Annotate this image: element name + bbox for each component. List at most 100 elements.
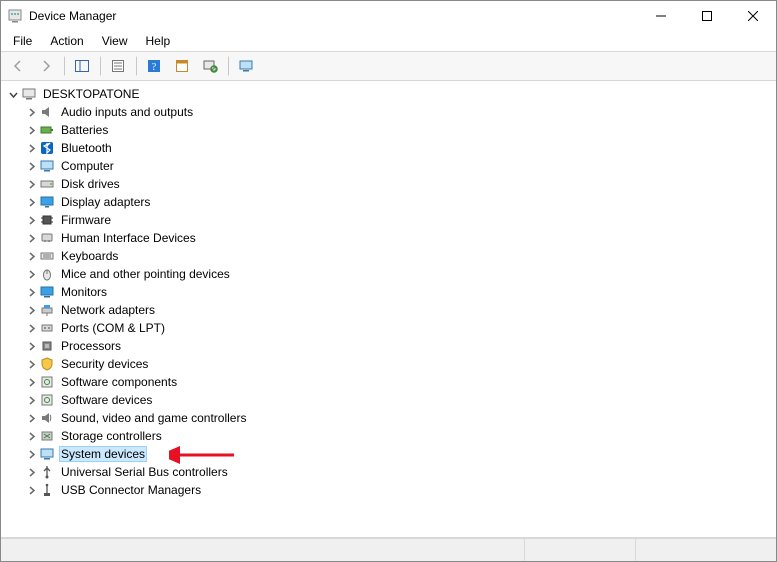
expander-icon[interactable] — [23, 320, 39, 336]
expander-icon[interactable] — [23, 446, 39, 462]
expander-icon[interactable] — [23, 284, 39, 300]
tree-item-audio-inputs-and-outputs[interactable]: Audio inputs and outputs — [5, 103, 776, 121]
bluetooth-icon — [39, 140, 55, 156]
titlebar-left: Device Manager — [7, 8, 116, 24]
properties-button[interactable] — [105, 54, 131, 78]
minimize-button[interactable] — [638, 1, 684, 31]
expander-icon[interactable] — [23, 410, 39, 426]
tree-item-label: Security devices — [59, 357, 150, 371]
device-tree-panel[interactable]: DESKTOPATONE Audio inputs and outputs Batt… — [1, 81, 776, 538]
tree-item-label: Disk drives — [59, 177, 122, 191]
back-button[interactable] — [5, 54, 31, 78]
status-cell-mid — [525, 539, 636, 561]
expander-icon[interactable] — [23, 464, 39, 480]
tree-item-label: Firmware — [59, 213, 113, 227]
tree-item-label: Bluetooth — [59, 141, 114, 155]
menu-action[interactable]: Action — [42, 32, 91, 50]
usbconn-icon — [39, 482, 55, 498]
tree-item-ports-com-lpt[interactable]: Ports (COM & LPT) — [5, 319, 776, 337]
expander-icon[interactable] — [23, 140, 39, 156]
tree-item-storage-controllers[interactable]: Storage controllers — [5, 427, 776, 445]
expander-icon[interactable] — [23, 104, 39, 120]
expander-icon[interactable] — [23, 122, 39, 138]
devices-by-connection-button[interactable] — [233, 54, 259, 78]
expander-icon[interactable] — [23, 248, 39, 264]
help-button[interactable]: ? — [141, 54, 167, 78]
tree-item-label: Audio inputs and outputs — [59, 105, 195, 119]
tree-item-computer[interactable]: Computer — [5, 157, 776, 175]
tree-item-label: Human Interface Devices — [59, 231, 198, 245]
expander-icon[interactable] — [23, 428, 39, 444]
mouse-icon — [39, 266, 55, 282]
tree-item-sound-video-and-game-controllers[interactable]: Sound, video and game controllers — [5, 409, 776, 427]
security-icon — [39, 356, 55, 372]
tree-item-label: System devices — [59, 446, 147, 462]
toolbar-separator — [135, 56, 137, 76]
tree-item-batteries[interactable]: Batteries — [5, 121, 776, 139]
tree-item-monitors[interactable]: Monitors — [5, 283, 776, 301]
expander-icon[interactable] — [23, 212, 39, 228]
chip-icon — [39, 212, 55, 228]
expander-icon[interactable] — [23, 374, 39, 390]
action-center-button[interactable] — [169, 54, 195, 78]
tree-item-security-devices[interactable]: Security devices — [5, 355, 776, 373]
tree-item-mice-and-other-pointing-devices[interactable]: Mice and other pointing devices — [5, 265, 776, 283]
expander-icon[interactable] — [23, 176, 39, 192]
expander-icon[interactable] — [23, 356, 39, 372]
tree-item-label: Display adapters — [59, 195, 152, 209]
expander-icon[interactable] — [23, 482, 39, 498]
tree-item-display-adapters[interactable]: Display adapters — [5, 193, 776, 211]
tree-item-label: Software components — [59, 375, 179, 389]
tree-item-network-adapters[interactable]: Network adapters — [5, 301, 776, 319]
computer-icon — [21, 86, 37, 102]
toolbar-separator — [99, 56, 101, 76]
tree-item-disk-drives[interactable]: Disk drives — [5, 175, 776, 193]
tree-item-label: Mice and other pointing devices — [59, 267, 232, 281]
expander-icon[interactable] — [23, 230, 39, 246]
device-tree: DESKTOPATONE Audio inputs and outputs Batt… — [1, 81, 776, 503]
toolbar-separator — [63, 56, 65, 76]
show-hide-console-tree-button[interactable] — [69, 54, 95, 78]
expander-icon[interactable] — [5, 86, 21, 102]
tree-root[interactable]: DESKTOPATONE — [5, 85, 776, 103]
menu-view[interactable]: View — [94, 32, 136, 50]
keyboard-icon — [39, 248, 55, 264]
port-icon — [39, 320, 55, 336]
forward-button[interactable] — [33, 54, 59, 78]
tree-item-label: USB Connector Managers — [59, 483, 203, 497]
tree-item-human-interface-devices[interactable]: Human Interface Devices — [5, 229, 776, 247]
menu-file[interactable]: File — [5, 32, 40, 50]
tree-item-system-devices[interactable]: System devices — [5, 445, 776, 463]
tree-item-software-components[interactable]: Software components — [5, 373, 776, 391]
expander-icon[interactable] — [23, 158, 39, 174]
tree-item-processors[interactable]: Processors — [5, 337, 776, 355]
status-cell-left — [1, 539, 525, 561]
maximize-button[interactable] — [684, 1, 730, 31]
expander-icon[interactable] — [23, 194, 39, 210]
menu-help[interactable]: Help — [138, 32, 179, 50]
tree-item-label: Ports (COM & LPT) — [59, 321, 167, 335]
tree-item-software-devices[interactable]: Software devices — [5, 391, 776, 409]
tree-item-bluetooth[interactable]: Bluetooth — [5, 139, 776, 157]
system-icon — [39, 446, 55, 462]
toolbar-separator — [227, 56, 229, 76]
expander-icon[interactable] — [23, 338, 39, 354]
expander-icon[interactable] — [23, 266, 39, 282]
tree-item-usb-connector-managers[interactable]: USB Connector Managers — [5, 481, 776, 499]
tree-item-keyboards[interactable]: Keyboards — [5, 247, 776, 265]
window-title: Device Manager — [29, 9, 116, 23]
menubar: File Action View Help — [1, 31, 776, 51]
software-icon — [39, 392, 55, 408]
expander-icon[interactable] — [23, 392, 39, 408]
expander-icon[interactable] — [23, 302, 39, 318]
hid-icon — [39, 230, 55, 246]
cpu-icon — [39, 338, 55, 354]
storage-icon — [39, 428, 55, 444]
statusbar — [1, 538, 776, 561]
tree-item-firmware[interactable]: Firmware — [5, 211, 776, 229]
app-icon — [7, 8, 23, 24]
tree-item-label: Sound, video and game controllers — [59, 411, 248, 425]
tree-item-universal-serial-bus-controllers[interactable]: Universal Serial Bus controllers — [5, 463, 776, 481]
scan-hardware-button[interactable] — [197, 54, 223, 78]
close-button[interactable] — [730, 1, 776, 31]
